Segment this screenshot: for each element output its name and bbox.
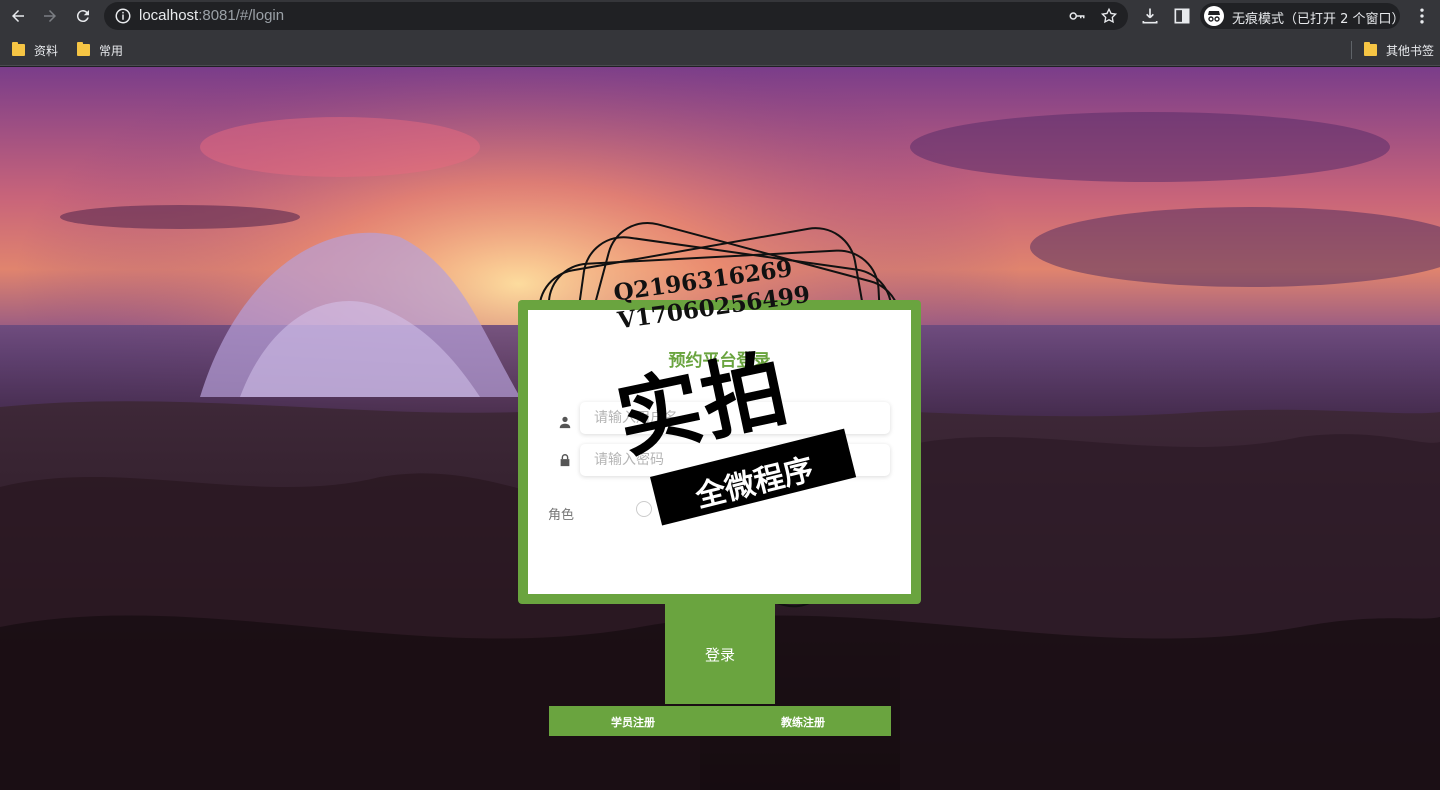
- login-button-area: 登录: [665, 604, 775, 704]
- back-button[interactable]: [5, 4, 31, 28]
- incognito-indicator[interactable]: 无痕模式（已打开 2 个窗口）: [1200, 3, 1405, 29]
- login-page: 预约平台登录 角色 登录 学员注册 教练注册 Q2196316269 V1706…: [0, 67, 1440, 790]
- bookmark-label: 资料: [34, 43, 59, 58]
- address-bar[interactable]: localhost:8081/#/login: [104, 2, 1128, 30]
- key-icon[interactable]: [1068, 7, 1086, 25]
- folder-icon: [12, 42, 25, 56]
- url-path: :8081/#/login: [198, 7, 285, 24]
- bookmark-folder-ziliao[interactable]: 资料: [12, 40, 58, 60]
- url-host: localhost: [139, 7, 199, 24]
- url-text: localhost:8081/#/login: [139, 7, 284, 24]
- bookmark-label: 常用: [99, 43, 124, 58]
- role-label: 角色: [548, 508, 575, 523]
- arrow-right-icon: [44, 10, 56, 22]
- folder-icon: [1364, 42, 1377, 56]
- other-bookmarks-label: 其他书签: [1386, 43, 1435, 58]
- browser-toolbar: localhost:8081/#/login 无痕模式（已打开 2 个窗口）: [0, 0, 1440, 33]
- download-icon[interactable]: [1140, 6, 1160, 26]
- bookmark-folder-changyong[interactable]: 常用: [77, 40, 123, 60]
- register-bar: 学员注册 教练注册: [549, 706, 891, 736]
- star-icon[interactable]: [1100, 7, 1118, 25]
- other-bookmarks[interactable]: 其他书签: [1364, 40, 1434, 60]
- forward-button[interactable]: [37, 4, 63, 28]
- incognito-icon: [1204, 6, 1224, 26]
- bookmarks-divider: [1351, 41, 1352, 59]
- lock-icon: [560, 454, 570, 467]
- register-coach-link[interactable]: 教练注册: [781, 714, 825, 730]
- side-panel-icon[interactable]: [1172, 6, 1192, 26]
- user-icon: [559, 416, 571, 429]
- role-radio[interactable]: [636, 501, 652, 517]
- info-icon[interactable]: [114, 7, 132, 25]
- arrow-left-icon: [12, 10, 24, 22]
- more-vert-icon[interactable]: [1412, 6, 1432, 26]
- reload-icon: [76, 10, 89, 23]
- folder-icon: [77, 42, 90, 56]
- reload-button[interactable]: [70, 4, 96, 28]
- register-student-link[interactable]: 学员注册: [611, 714, 655, 730]
- login-button[interactable]: 登录: [665, 639, 775, 669]
- incognito-label: 无痕模式（已打开 2 个窗口）: [1232, 12, 1405, 27]
- bookmarks-bar: 资料 常用 其他书签: [0, 33, 1440, 66]
